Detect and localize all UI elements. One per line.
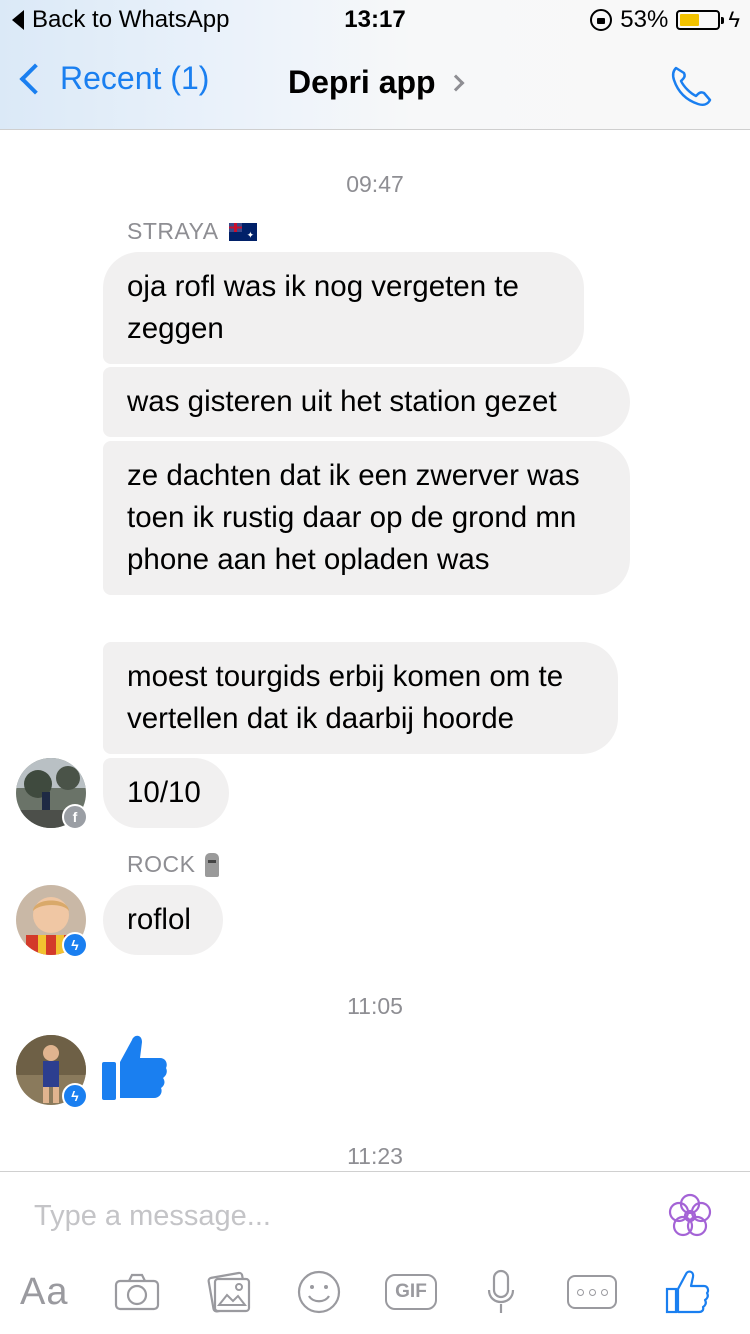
battery-level — [680, 14, 700, 26]
back-button-label: Recent (1) — [60, 60, 210, 96]
aa-label: Aa — [20, 1270, 69, 1313]
chevron-left-icon — [19, 62, 51, 95]
messenger-badge-icon: ϟ — [62, 1083, 88, 1109]
australia-flag-icon — [228, 222, 257, 241]
facebook-badge-icon: f — [62, 804, 88, 830]
message-input[interactable] — [34, 1200, 594, 1233]
back-button[interactable]: Recent (1) — [14, 60, 209, 97]
gif-button[interactable]: GIF — [383, 1262, 439, 1322]
status-bar: Back to WhatsApp 13:17 53% ϟ — [0, 0, 750, 40]
timestamp: 11:05 — [347, 993, 403, 1019]
previous-message-edge — [28, 131, 88, 135]
flower-icon — [668, 1193, 712, 1237]
gif-label: GIF — [385, 1274, 437, 1310]
camera-icon — [114, 1273, 160, 1311]
microphone-icon — [487, 1269, 515, 1313]
emoji-button[interactable] — [296, 1262, 342, 1322]
battery-icon — [676, 10, 725, 30]
conversation-title[interactable]: Depri app — [288, 64, 465, 101]
messenger-badge-icon: ϟ — [62, 932, 88, 958]
more-icon — [567, 1275, 617, 1309]
charging-bolt-icon: ϟ — [728, 7, 740, 32]
camera-button[interactable] — [112, 1262, 162, 1322]
timestamp: 09:47 — [346, 171, 404, 197]
message-bubble[interactable]: 10/10 — [103, 758, 229, 828]
text-format-button[interactable]: Aa — [20, 1262, 68, 1322]
rotation-lock-icon — [590, 9, 613, 31]
battery-percent: 53% — [620, 6, 669, 33]
message-composer: Aa GIF — [0, 1171, 750, 1334]
message-bubble[interactable]: moest tourgids erbij komen om te vertell… — [103, 642, 618, 754]
status-indicators: 53% ϟ — [590, 6, 740, 34]
sender-name: STRAYA — [127, 218, 257, 245]
emoji-icon — [297, 1270, 341, 1314]
sender-name-label: STRAYA — [127, 218, 219, 244]
sender-name: ROCK — [127, 851, 220, 878]
photo-icon — [207, 1271, 251, 1313]
sender-name-label: ROCK — [127, 851, 196, 877]
more-button[interactable] — [566, 1262, 618, 1322]
microphone-button[interactable] — [486, 1262, 516, 1322]
message-bubble[interactable]: was gisteren uit het station gezet — [103, 367, 630, 437]
nav-bar: Recent (1) Depri app — [0, 40, 750, 130]
like-button[interactable] — [664, 1262, 710, 1322]
thumbs-up-icon[interactable] — [100, 1032, 168, 1104]
photo-button[interactable] — [204, 1262, 254, 1322]
flower-reaction-button[interactable] — [666, 1192, 714, 1240]
message-bubble[interactable]: ze dachten dat ik een zwerver was toen i… — [103, 441, 630, 595]
composer-toolbar: Aa GIF — [0, 1262, 750, 1322]
message-bubble[interactable]: roflol — [103, 885, 223, 955]
message-bubble[interactable]: oja rofl was ik nog vergeten te zeggen — [103, 252, 584, 364]
chat-thread[interactable]: 09:47 STRAYA oja rofl was ik nog vergete… — [0, 131, 750, 1171]
conversation-title-label: Depri app — [288, 64, 436, 100]
chevron-right-icon — [447, 74, 465, 91]
moai-icon — [205, 852, 220, 877]
call-button[interactable] — [666, 60, 716, 110]
top-bar: Back to WhatsApp 13:17 53% ϟ Recent (1) … — [0, 0, 750, 130]
like-icon — [665, 1270, 710, 1314]
timestamp: 11:23 — [347, 1143, 403, 1169]
phone-icon — [671, 66, 712, 107]
